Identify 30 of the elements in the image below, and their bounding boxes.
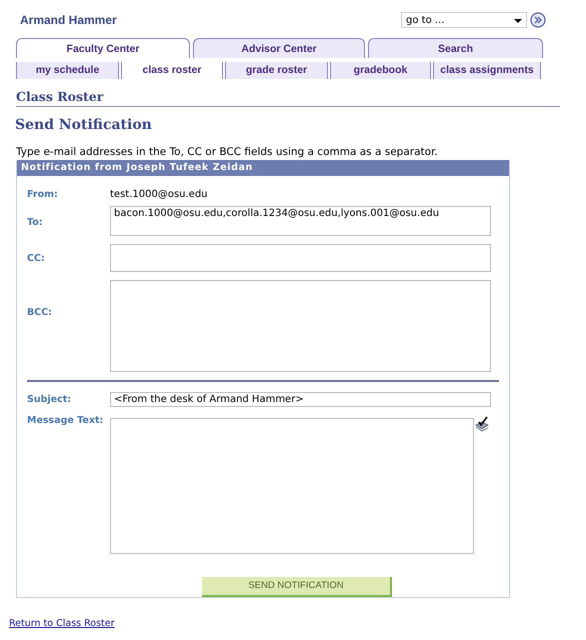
subtab[interactable]: my schedule: [16, 62, 119, 79]
subject-field[interactable]: <From the desk of Armand Hammer>: [110, 392, 491, 407]
return-link[interactable]: Return to Class Roster: [9, 618, 115, 629]
to-label: To:: [26, 217, 44, 228]
subtab[interactable]: class assignments: [433, 62, 541, 79]
subject-label: Subject:: [26, 394, 72, 405]
message-label: Message Text:: [26, 415, 104, 426]
section-title: Send Notification: [15, 117, 153, 133]
cc-label: CC:: [26, 252, 46, 264]
tab[interactable]: Advisor Center: [193, 38, 365, 58]
bcc-label: BCC:: [26, 307, 53, 318]
page-title: Class Roster: [16, 89, 560, 107]
go-icon[interactable]: [530, 12, 546, 28]
send-notification-button[interactable]: SEND NOTIFICATION: [202, 576, 392, 596]
cc-field[interactable]: [110, 244, 491, 272]
subtab[interactable]: class roster: [121, 62, 223, 79]
tab[interactable]: Faculty Center: [16, 38, 190, 58]
subtab[interactable]: grade roster: [225, 62, 328, 79]
subtab[interactable]: gradebook: [330, 62, 431, 79]
tab[interactable]: Search: [368, 38, 543, 58]
bcc-field[interactable]: [110, 280, 491, 372]
panel-header: Notification from Joseph Tufeek Zeidan: [17, 160, 509, 176]
spell-check-icon[interactable]: [474, 416, 490, 432]
to-field[interactable]: bacon.1000@osu.edu,corolla.1234@osu.edu,lyons.001@osu.edu: [110, 206, 491, 236]
from-label: From:: [26, 188, 59, 200]
instructions: Type e-mail addresses in the To, CC or BCC fields using a comma as a separator.: [16, 146, 438, 158]
from-value: test.1000@osu.edu: [110, 188, 208, 200]
message-field[interactable]: [110, 418, 474, 554]
user-name: Armand Hammer: [20, 13, 117, 27]
goto-dropdown[interactable]: go to ...: [401, 12, 527, 28]
